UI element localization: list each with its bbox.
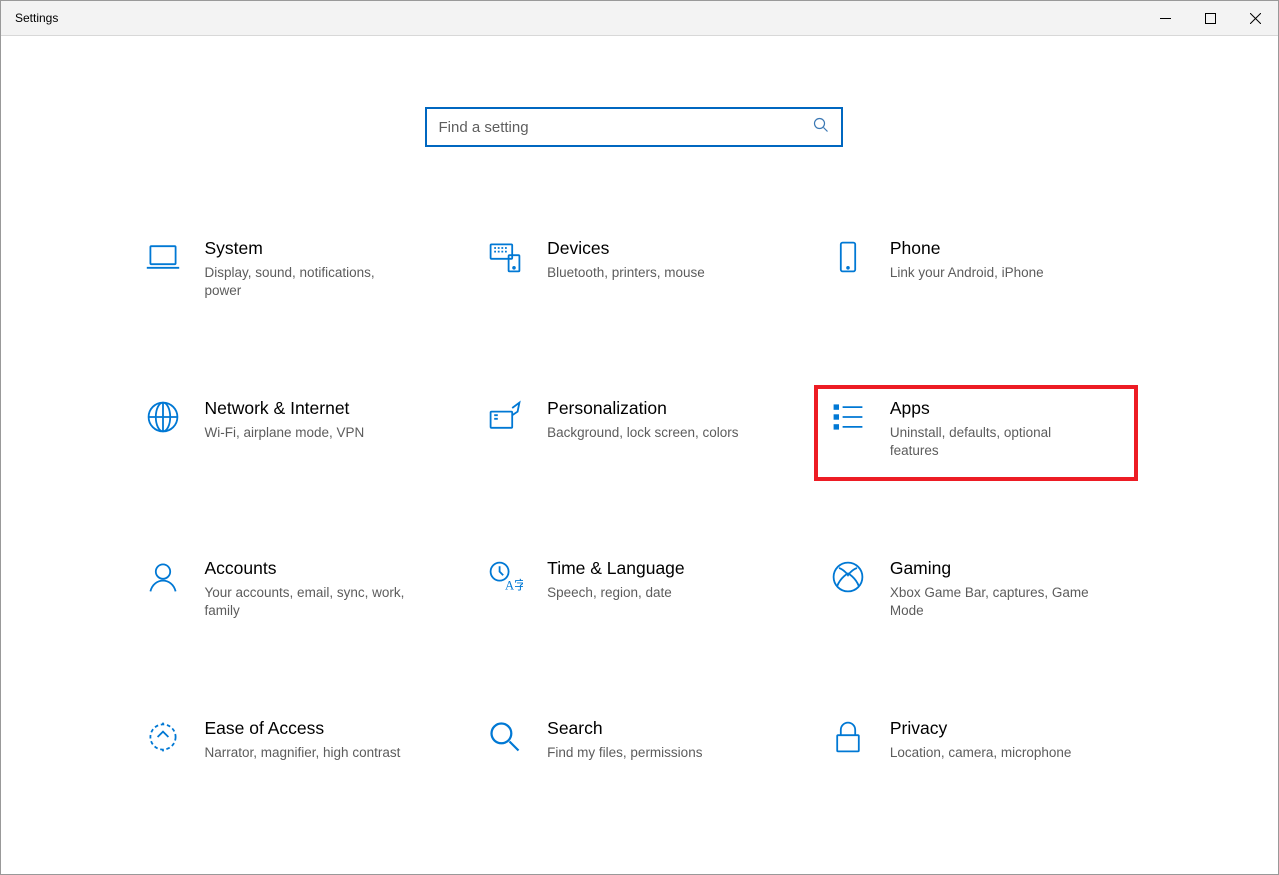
- category-desc: Bluetooth, printers, mouse: [547, 264, 705, 282]
- content-area[interactable]: System Display, sound, notifications, po…: [0, 35, 1267, 875]
- maximize-button[interactable]: [1188, 1, 1233, 35]
- category-title: Personalization: [547, 397, 738, 421]
- category-desc: Find my files, permissions: [547, 744, 702, 762]
- category-phone[interactable]: Phone Link your Android, iPhone: [814, 225, 1139, 321]
- paint-icon: [485, 397, 525, 437]
- category-title: Search: [547, 717, 702, 741]
- category-desc: Location, camera, microphone: [890, 744, 1072, 762]
- category-desc: Xbox Game Bar, captures, Game Mode: [890, 584, 1090, 620]
- category-network[interactable]: Network & Internet Wi-Fi, airplane mode,…: [129, 385, 454, 481]
- category-personalization[interactable]: Personalization Background, lock screen,…: [471, 385, 796, 481]
- category-title: Devices: [547, 237, 705, 261]
- close-icon: [1250, 13, 1261, 24]
- close-button[interactable]: [1233, 1, 1278, 35]
- category-ease-of-access[interactable]: Ease of Access Narrator, magnifier, high…: [129, 705, 454, 801]
- person-icon: [143, 557, 183, 597]
- categories-grid: System Display, sound, notifications, po…: [129, 225, 1139, 875]
- ease-of-access-icon: [143, 717, 183, 757]
- apps-list-icon: [828, 397, 868, 437]
- titlebar: Settings: [1, 1, 1278, 36]
- category-desc: Background, lock screen, colors: [547, 424, 738, 442]
- category-desc: Display, sound, notifications, power: [205, 264, 405, 300]
- laptop-icon: [143, 237, 183, 277]
- minimize-button[interactable]: [1143, 1, 1188, 35]
- category-update-security[interactable]: Update & Security Windows Update, recove…: [129, 865, 454, 875]
- category-title: Network & Internet: [205, 397, 365, 421]
- category-system[interactable]: System Display, sound, notifications, po…: [129, 225, 454, 321]
- globe-icon: [143, 397, 183, 437]
- category-apps[interactable]: Apps Uninstall, defaults, optional featu…: [814, 385, 1139, 481]
- search-box[interactable]: [425, 107, 843, 147]
- svg-text:A字: A字: [505, 579, 523, 593]
- devices-icon: [485, 237, 525, 277]
- category-title: System: [205, 237, 405, 261]
- category-title: Accounts: [205, 557, 405, 581]
- phone-icon: [828, 237, 868, 277]
- time-language-icon: A字: [485, 557, 525, 597]
- category-title: Apps: [890, 397, 1090, 421]
- category-devices[interactable]: Devices Bluetooth, printers, mouse: [471, 225, 796, 321]
- category-desc: Narrator, magnifier, high contrast: [205, 744, 401, 762]
- minimize-icon: [1160, 13, 1171, 24]
- category-search[interactable]: Search Find my files, permissions: [471, 705, 796, 801]
- category-desc: Link your Android, iPhone: [890, 264, 1044, 282]
- category-title: Gaming: [890, 557, 1090, 581]
- category-title: Ease of Access: [205, 717, 401, 741]
- xbox-icon: [828, 557, 868, 597]
- category-gaming[interactable]: Gaming Xbox Game Bar, captures, Game Mod…: [814, 545, 1139, 641]
- category-title: Phone: [890, 237, 1044, 261]
- lock-icon: [828, 717, 868, 757]
- category-privacy[interactable]: Privacy Location, camera, microphone: [814, 705, 1139, 801]
- magnifier-icon: [485, 717, 525, 757]
- category-time-language[interactable]: A字 Time & Language Speech, region, date: [471, 545, 796, 641]
- category-desc: Your accounts, email, sync, work, family: [205, 584, 405, 620]
- category-title: Privacy: [890, 717, 1072, 741]
- maximize-icon: [1205, 13, 1216, 24]
- category-title: Time & Language: [547, 557, 685, 581]
- window-title: Settings: [15, 11, 58, 25]
- category-desc: Wi-Fi, airplane mode, VPN: [205, 424, 365, 442]
- search-input[interactable]: [439, 119, 813, 136]
- category-accounts[interactable]: Accounts Your accounts, email, sync, wor…: [129, 545, 454, 641]
- category-desc: Uninstall, defaults, optional features: [890, 424, 1090, 460]
- search-icon: [813, 117, 829, 138]
- window-controls: [1143, 1, 1278, 35]
- category-desc: Speech, region, date: [547, 584, 685, 602]
